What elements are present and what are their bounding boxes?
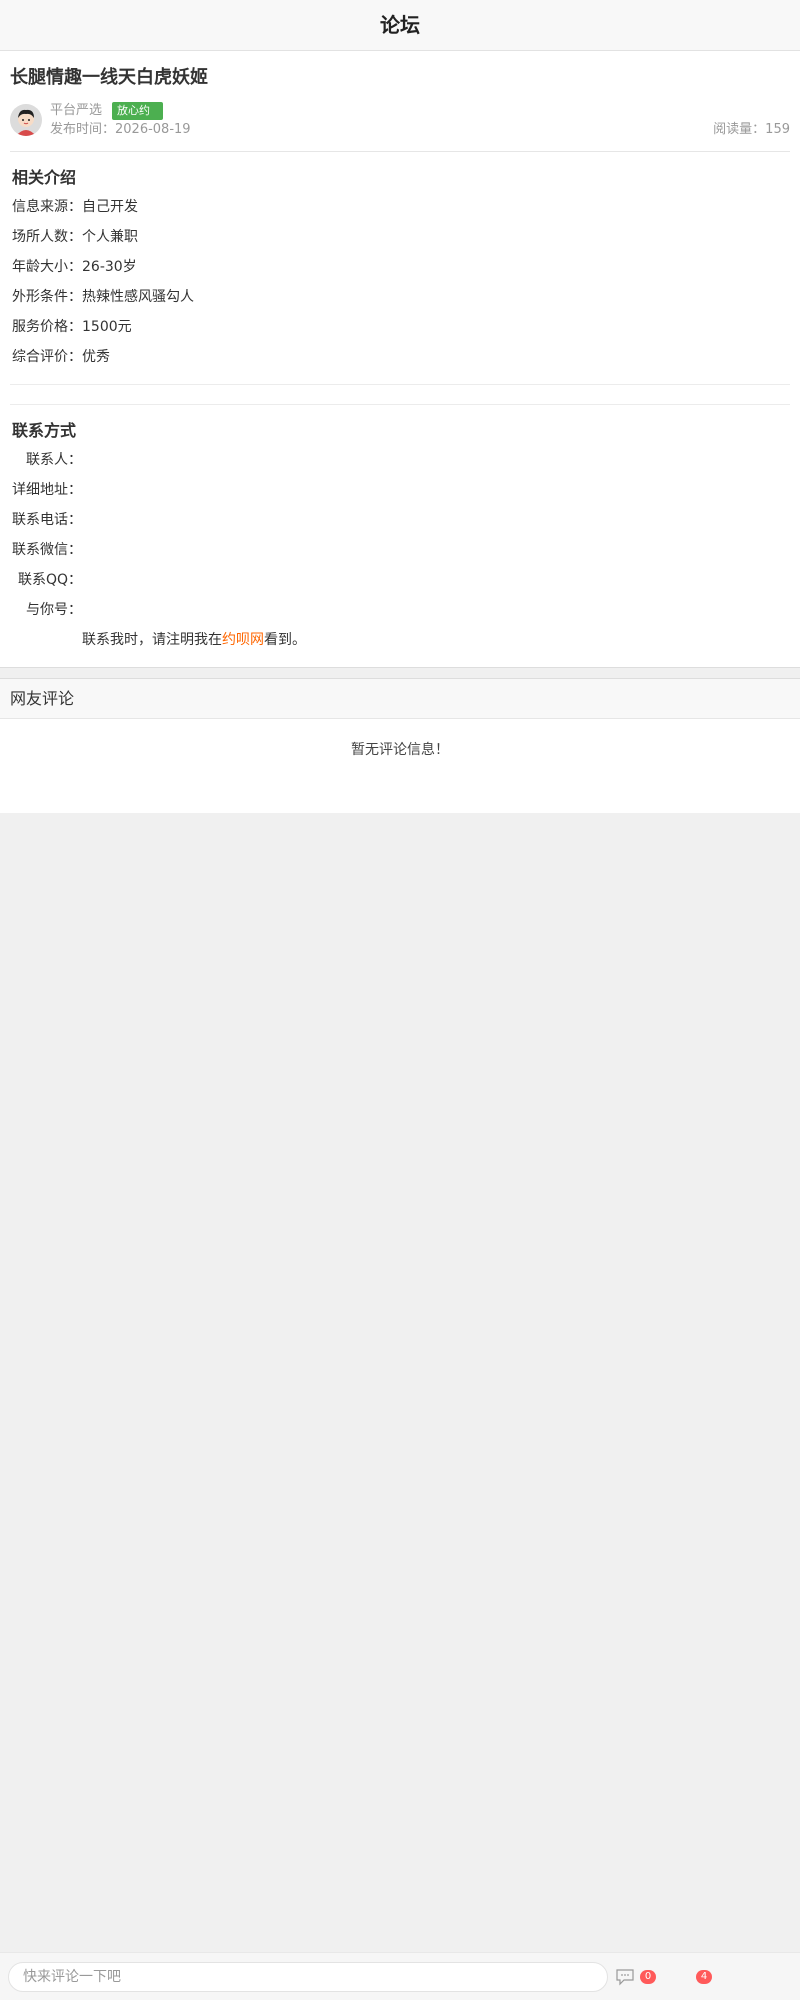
contact-label: 联系电话： xyxy=(12,512,82,528)
intro-value: 1500元 xyxy=(82,319,132,335)
contact-label: 联系人： xyxy=(26,452,82,468)
contact-row: 联系电话： xyxy=(12,505,788,535)
read-count: 阅读量：159 xyxy=(713,122,790,137)
contact-note-suffix: 看到。 xyxy=(264,632,306,648)
contact-row: 联系QQ： xyxy=(12,565,788,595)
intro-section: 相关介绍 信息来源： 自己开发 场所人数： 个人兼职 年龄大小： 26-30岁 外形条… xyxy=(10,152,790,385)
intro-title: 相关介绍 xyxy=(12,168,77,187)
intro-value: 优秀 xyxy=(82,349,110,365)
intro-value: 自己开发 xyxy=(82,199,138,215)
comments-empty-text: 暂无评论信息！ xyxy=(351,742,449,758)
intro-row: 信息来源： 自己开发 xyxy=(12,192,788,222)
comments-body: 暂无评论信息！ xyxy=(0,719,800,813)
like-count-badge[interactable]: 4 xyxy=(696,1969,712,1984)
intro-value: 个人兼职 xyxy=(82,229,138,245)
intro-label: 综合评价： xyxy=(12,349,82,365)
avatar[interactable] xyxy=(10,104,42,136)
publish-time: 发布时间：2026-08-19 xyxy=(50,122,191,137)
section-divider xyxy=(10,385,790,405)
intro-label: 信息来源： xyxy=(12,199,82,215)
contact-note-prefix: 联系我时，请注明我在 xyxy=(82,632,222,648)
intro-value: 热辣性感风骚勾人 xyxy=(82,289,194,305)
intro-label: 场所人数： xyxy=(12,229,82,245)
intro-label: 年龄大小： xyxy=(12,259,82,275)
comments-header: 网友评论 xyxy=(0,679,800,719)
intro-row: 服务价格： 1500元 xyxy=(12,312,788,342)
bottom-bar: 0 4 xyxy=(0,1952,800,2000)
contact-row: 联系微信： xyxy=(12,535,788,565)
contact-title: 联系方式 xyxy=(12,421,77,440)
contact-row: 与你号： xyxy=(12,595,788,625)
intro-label: 服务价格： xyxy=(12,319,82,335)
intro-row: 年龄大小： 26-30岁 xyxy=(12,252,788,282)
contact-label: 与你号： xyxy=(26,602,82,618)
section-separator xyxy=(0,667,800,679)
comment-count-badge: 0 xyxy=(640,1969,656,1984)
intro-row: 外形条件： 热辣性感风骚勾人 xyxy=(12,282,788,312)
comment-input[interactable] xyxy=(8,1961,608,1992)
contact-label: 联系微信： xyxy=(12,542,82,558)
intro-row: 综合评价： 优秀 xyxy=(12,342,788,372)
page-title: 论坛 xyxy=(380,13,420,37)
contact-row: 联系人： xyxy=(12,445,788,475)
contact-section: 联系方式 联系人： 详细地址： 联系电话： 联系微信： 联系QQ： 与你号： 联… xyxy=(10,405,790,667)
post-meta-info: 平台严选 放心约 发布时间：2026-08-19 阅读量：159 xyxy=(50,101,790,139)
post-author: 平台严选 xyxy=(50,103,103,118)
intro-value: 26-30岁 xyxy=(82,259,137,275)
contact-note: 联系我时，请注明我在约呗网看到。 xyxy=(12,625,788,655)
comment-button[interactable] xyxy=(614,1966,636,1988)
avatar-icon xyxy=(10,104,42,136)
intro-row: 场所人数： 个人兼职 xyxy=(12,222,788,252)
page-header: 论坛 xyxy=(0,0,800,51)
trust-badge: 放心约 xyxy=(112,101,164,120)
intro-label: 外形条件： xyxy=(12,289,82,305)
post-meta: 平台严选 放心约 发布时间：2026-08-19 阅读量：159 xyxy=(10,101,790,152)
post-article: 长腿情趣一线天白虎妖姬 平台严选 放心约 发布时间：2026-08-19 阅读量… xyxy=(0,51,800,667)
contact-label: 联系QQ： xyxy=(17,572,82,588)
contact-label: 详细地址： xyxy=(12,482,82,498)
post-title: 长腿情趣一线天白虎妖姬 xyxy=(10,67,208,88)
site-link[interactable]: 约呗网 xyxy=(222,632,264,648)
contact-row: 详细地址： xyxy=(12,475,788,505)
comments-title: 网友评论 xyxy=(10,689,75,708)
comment-icon xyxy=(616,1968,634,1985)
